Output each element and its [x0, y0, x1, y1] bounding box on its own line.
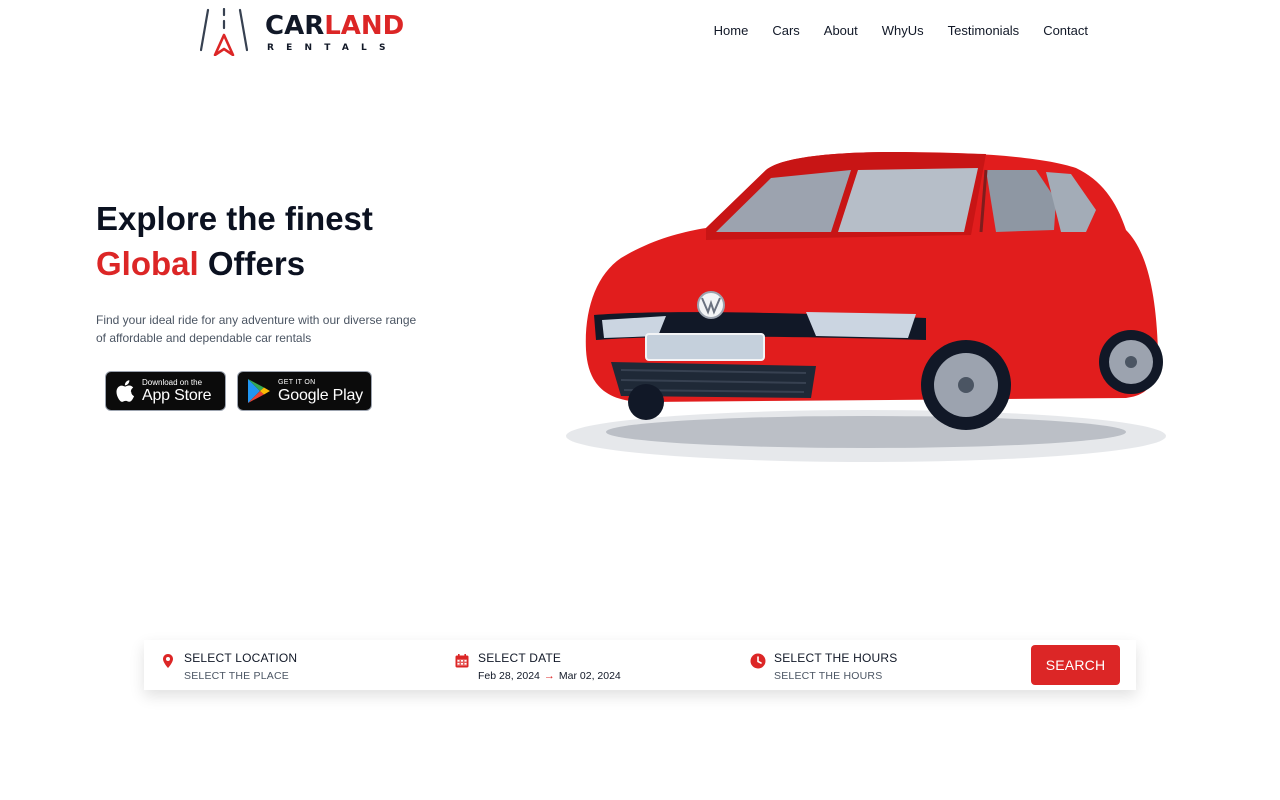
clock-icon	[750, 653, 766, 669]
search-button[interactable]: SEARCH	[1031, 645, 1120, 685]
red-car-image	[566, 152, 1166, 462]
arrow-right-icon: →	[543, 670, 555, 682]
location-field[interactable]: SELECT LOCATION SELECT THE PLACE	[160, 651, 297, 683]
google-play-icon	[247, 378, 271, 404]
hours-placeholder: SELECT THE HOURS	[774, 670, 883, 682]
nav-contact[interactable]: Contact	[1043, 22, 1088, 40]
date-end: Mar 02, 2024	[558, 670, 621, 682]
nav-whyus[interactable]: WhyUs	[882, 22, 924, 40]
location-placeholder: SELECT THE PLACE	[184, 670, 289, 682]
road-logo-icon	[200, 8, 248, 56]
google-play-small: GET IT ON	[278, 378, 316, 386]
app-store-small: Download on the	[142, 377, 203, 387]
map-pin-icon	[163, 654, 173, 668]
google-play-big: Google Play	[278, 386, 363, 404]
nav-testimonials[interactable]: Testimonials	[948, 22, 1020, 40]
hero-title: Explore the finest Global Offers	[96, 196, 373, 286]
logo[interactable]: CARLAND RENTALS	[200, 8, 404, 56]
brand-tagline: RENTALS	[267, 43, 398, 53]
nav-about[interactable]: About	[824, 22, 858, 40]
hero-title-line1: Explore the finest	[96, 200, 373, 237]
app-store-button[interactable]: Download on the App Store	[105, 371, 226, 411]
apple-icon	[115, 380, 135, 402]
site-header: CARLAND RENTALS Home Cars About WhyUs Te…	[0, 0, 1280, 62]
app-store-big: App Store	[142, 386, 212, 404]
booking-search-bar: SELECT LOCATION SELECT THE PLACE SELECT …	[144, 640, 1136, 690]
nav-home[interactable]: Home	[714, 22, 749, 40]
brand-name: CARLAND	[265, 11, 405, 41]
location-label: SELECT LOCATION	[184, 651, 298, 665]
main-nav: Home Cars About WhyUs Testimonials Conta…	[714, 22, 1088, 40]
calendar-icon	[455, 654, 469, 668]
date-start: Feb 28, 2024	[478, 670, 540, 682]
google-play-button[interactable]: GET IT ON Google Play	[237, 371, 372, 411]
hero-description: Find your ideal ride for any adventure w…	[96, 313, 417, 345]
hours-label: SELECT THE HOURS	[774, 651, 898, 665]
hours-field[interactable]: SELECT THE HOURS SELECT THE HOURS	[750, 651, 897, 683]
date-field[interactable]: SELECT DATE Feb 28, 2024 → Mar 02, 2024	[454, 651, 621, 683]
date-label: SELECT DATE	[478, 651, 562, 665]
date-range: Feb 28, 2024 → Mar 02, 2024	[478, 669, 621, 683]
hero-title-rest: Offers	[207, 245, 306, 282]
nav-cars[interactable]: Cars	[772, 22, 799, 40]
hero-title-accent: Global	[96, 245, 199, 282]
